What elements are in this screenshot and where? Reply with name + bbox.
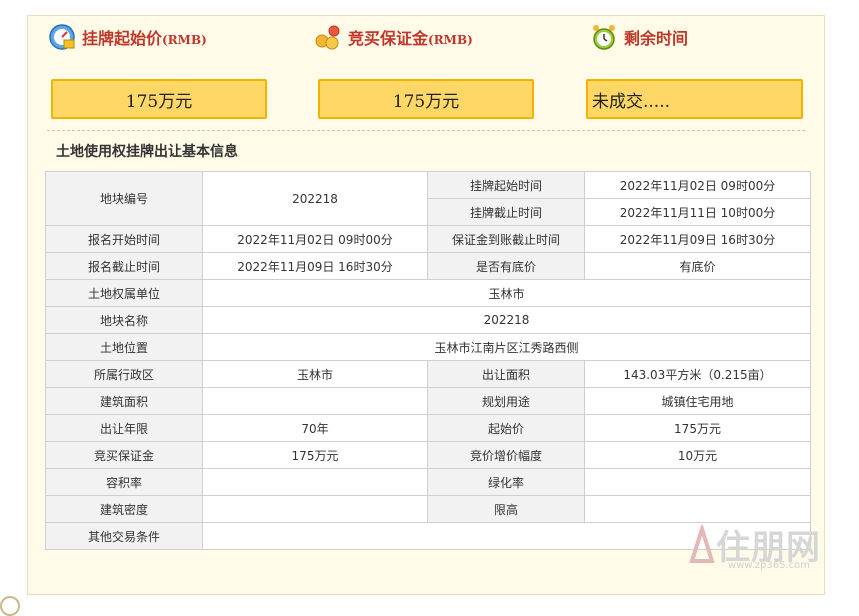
plot-ratio-value [202,468,428,496]
start-price-label: 挂牌起始价 [82,29,163,48]
planned-use-value: 城镇住宅用地 [584,387,811,415]
green-ratio-key: 绿化率 [427,468,585,496]
listing-end-key: 挂牌截止时间 [427,198,585,226]
green-ratio-value [584,468,811,496]
deposit-deadline-key: 保证金到账截止时间 [427,225,585,253]
coins-icon [315,25,340,50]
building-area-key: 建筑面积 [45,387,203,415]
parcel-name-key: 地块名称 [45,306,203,334]
watermark: 住朋网 www.zp365.com [688,520,821,571]
table-row: 竞买保证金 175万元 竞价增价幅度 10万元 [45,441,811,469]
building-density-key: 建筑密度 [45,495,203,523]
deposit-value: 175万元 [318,79,534,119]
other-conditions-key: 其他交易条件 [45,522,203,550]
registration-start-value: 2022年11月02日 09时00分 [202,225,428,253]
bid-increment-value: 10万元 [584,441,811,469]
table-row: 所属行政区 玉林市 出让面积 143.03平方米（0.215亩） [45,360,811,388]
section-title: 土地使用权挂牌出让基本信息 [56,144,238,160]
building-area-value [202,387,428,415]
listing-end-value: 2022年11月11日 10时00分 [584,198,811,226]
bid-increment-key: 竞价增价幅度 [427,441,585,469]
listing-start-value: 2022年11月02日 09时00分 [584,171,811,199]
reserve-price-value: 有底价 [584,252,811,280]
area-key: 出让面积 [427,360,585,388]
land-location-key: 土地位置 [45,333,203,361]
district-key: 所属行政区 [45,360,203,388]
parcel-number-key: 地块编号 [45,171,203,226]
deposit-deadline-value: 2022年11月09日 16时30分 [584,225,811,253]
table-row: 出让年限 70年 起始价 175万元 [45,414,811,442]
bid-deposit-value: 175万元 [202,441,428,469]
table-row: 建筑面积 规划用途 城镇住宅用地 [45,387,811,415]
height-limit-value [584,495,811,523]
table-row: 土地权属单位 玉林市 [45,279,811,307]
table-row: 容积率 绿化率 [45,468,811,496]
plot-ratio-key: 容积率 [45,468,203,496]
table-row: 土地位置 玉林市江南片区江秀路西侧 [45,333,811,361]
land-location-value: 玉林市江南片区江秀路西侧 [202,333,811,361]
registration-end-value: 2022年11月09日 16时30分 [202,252,428,280]
bid-deposit-key: 竞买保证金 [45,441,203,469]
deposit-unit: (RMB) [428,33,473,47]
area-value: 143.03平方米（0.215亩） [584,360,811,388]
reserve-price-key: 是否有底价 [427,252,585,280]
table-row: 建筑密度 限高 [45,495,811,523]
planned-use-key: 规划用途 [427,387,585,415]
price-dial-icon [49,24,75,50]
height-limit-key: 限高 [427,495,585,523]
listing-start-key: 挂牌起始时间 [427,171,585,199]
table-row: 地块名称 202218 [45,306,811,334]
lease-term-key: 出让年限 [45,414,203,442]
remaining-label: 剩余时间 [624,29,689,48]
parcel-number-value: 202218 [202,171,428,226]
deposit-label: 竞买保证金 [348,29,429,48]
remaining-header: 剩余时间 [590,22,688,52]
registration-start-key: 报名开始时间 [45,225,203,253]
start-price-unit: (RMB) [162,33,207,47]
deposit-header: 竞买保证金(RMB) [314,22,473,52]
watermark-url: www.zp365.com [728,560,811,571]
alarm-clock-icon [593,25,615,50]
land-info-table: 地块编号 202218 挂牌起始时间 2022年11月02日 09时00分 挂牌… [45,171,811,550]
corner-badge [0,596,20,616]
land-owner-value: 玉林市 [202,279,811,307]
divider [47,130,805,131]
district-value: 玉林市 [202,360,428,388]
table-row: 报名截止时间 2022年11月09日 16时30分 是否有底价 有底价 [45,252,811,280]
building-density-value [202,495,428,523]
parcel-name-value: 202218 [202,306,811,334]
lease-term-value: 70年 [202,414,428,442]
registration-end-key: 报名截止时间 [45,252,203,280]
table-row: 报名开始时间 2022年11月02日 09时00分 保证金到账截止时间 2022… [45,225,811,253]
start-price-header: 挂牌起始价(RMB) [48,22,207,52]
start-price-value: 175万元 [51,79,267,119]
remaining-time-value: 未成交..... [586,79,803,119]
watermark-logo-icon [689,524,715,563]
starting-price-key: 起始价 [427,414,585,442]
land-owner-key: 土地权属单位 [45,279,203,307]
starting-price-value: 175万元 [584,414,811,442]
table-row: 地块编号 202218 挂牌起始时间 2022年11月02日 09时00分 [45,171,811,226]
